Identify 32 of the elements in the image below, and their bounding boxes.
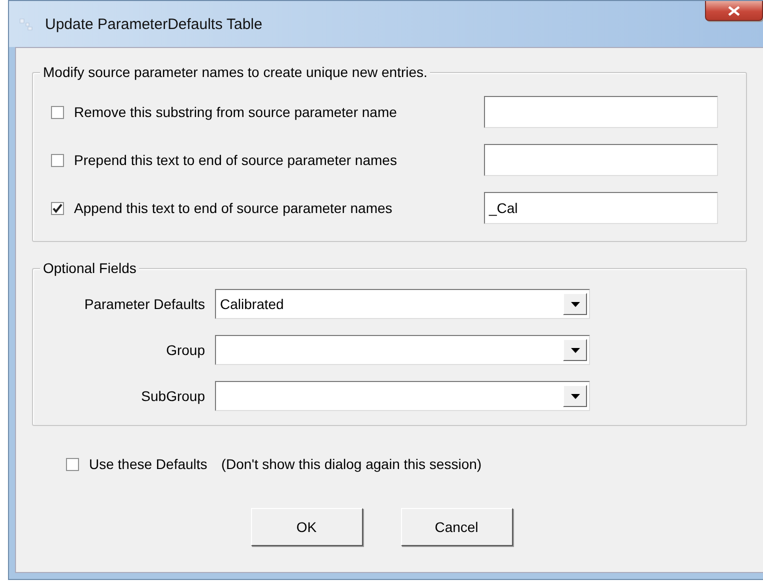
text-field[interactable] [484,96,718,128]
group-title: Modify source parameter names to create unique new entries. [40,64,430,80]
group-title: Optional Fields [40,260,140,276]
app-icon [19,17,33,31]
window-title: Update ParameterDefaults Table [45,16,262,32]
caret-icon [570,302,580,306]
option-label: Prepend this text to end of source parameter names [74,152,398,168]
text-field[interactable]: _Cal [484,192,718,224]
option-label: Append this text to end of source parameter names [74,200,394,216]
field-label: Group [165,342,205,358]
combo-box[interactable] [215,335,590,365]
checkbox[interactable] [51,202,64,214]
field-label: Parameter Defaults [83,296,205,312]
combo-box[interactable] [215,381,590,411]
text-field[interactable] [484,144,718,176]
caret-icon [570,348,580,352]
dropdown-button[interactable] [563,293,587,315]
checkbox-label: Use these Defaults [89,456,208,472]
checkbox[interactable] [51,154,64,166]
combo-box[interactable]: Calibrated [215,289,590,319]
close-button[interactable] [705,1,763,21]
dialog-button[interactable]: Cancel [400,508,512,546]
option-label: Remove this substring from source parameter name [74,104,398,120]
close-icon [728,6,740,16]
dialog-button[interactable]: OK [250,508,362,546]
field-label: SubGroup [140,388,205,404]
note-text: (Don't show this dialog again this session) [221,456,482,472]
dropdown-button[interactable] [563,339,587,361]
dropdown-button[interactable] [563,385,587,407]
checkbox[interactable] [66,458,79,470]
caret-icon [570,394,580,398]
checkbox[interactable] [51,106,64,118]
